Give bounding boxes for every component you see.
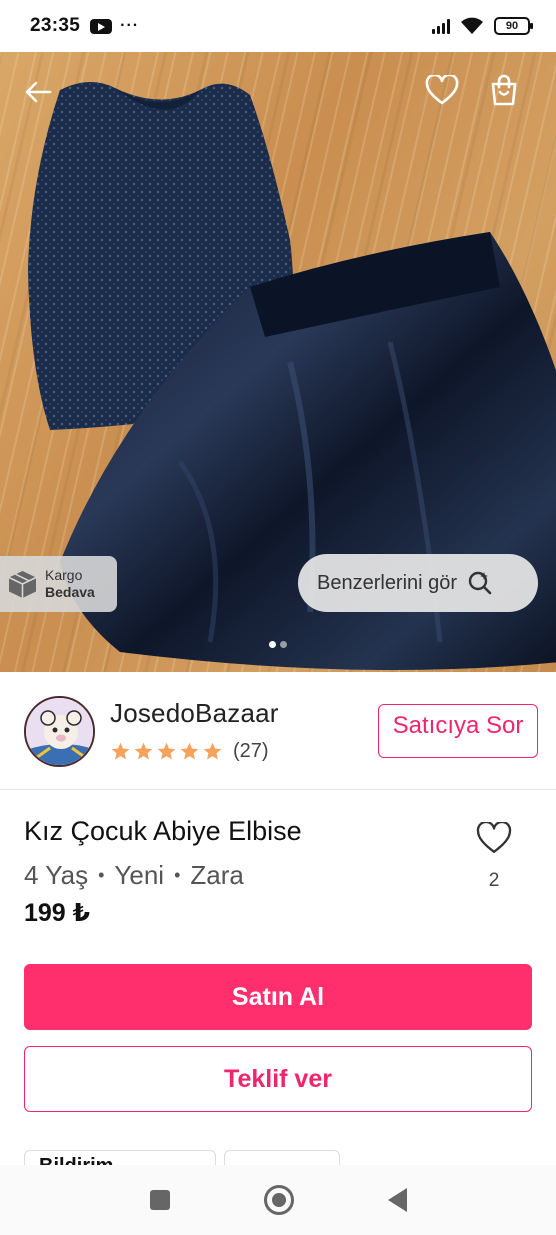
battery-icon: 90 bbox=[494, 17, 533, 35]
star-icon bbox=[203, 742, 222, 760]
chips-row: Bildirim bbox=[0, 1150, 556, 1165]
carousel-dot-active[interactable] bbox=[269, 641, 276, 648]
home-icon[interactable] bbox=[263, 1185, 294, 1215]
like-button[interactable] bbox=[472, 818, 516, 858]
free-shipping-badge: Kargo Bedava bbox=[0, 556, 117, 612]
like-count: 2 bbox=[488, 870, 500, 891]
chip-secondary[interactable] bbox=[224, 1150, 340, 1165]
product-size: 4 Yaş bbox=[24, 860, 89, 890]
signal-icon bbox=[432, 18, 450, 34]
free-label: Bedava bbox=[45, 584, 95, 600]
back-button[interactable] bbox=[18, 72, 58, 112]
meta-separator: • bbox=[98, 865, 105, 885]
product-price: 199 ₺ bbox=[24, 899, 91, 927]
system-navigation-bar bbox=[0, 1165, 556, 1235]
more-notifications-icon: ··· bbox=[120, 17, 140, 34]
shopping-bag-icon bbox=[491, 74, 517, 106]
recent-apps-icon[interactable] bbox=[149, 1190, 170, 1210]
carousel-pagination bbox=[0, 641, 556, 648]
meta-separator: • bbox=[174, 865, 181, 885]
product-condition: Yeni bbox=[114, 860, 165, 890]
rating-count: (27) bbox=[233, 740, 269, 762]
seller-rating: (27) bbox=[110, 740, 269, 763]
seller-section: JosedoBazaar (27) Satıcıya Sor bbox=[0, 672, 556, 790]
product-brand[interactable]: Zara bbox=[190, 860, 243, 891]
seller-avatar-image bbox=[26, 698, 93, 765]
star-icon bbox=[111, 742, 130, 760]
youtube-icon bbox=[90, 18, 113, 34]
favorite-button[interactable] bbox=[420, 68, 464, 112]
heart-outline-icon bbox=[476, 822, 512, 853]
star-icon bbox=[180, 742, 199, 760]
visual-search-icon bbox=[468, 571, 492, 595]
status-bar: 23:35 ··· 90 bbox=[0, 0, 556, 52]
chip-notification[interactable]: Bildirim bbox=[24, 1150, 216, 1165]
make-offer-button[interactable]: Teklif ver bbox=[24, 1046, 532, 1112]
heart-outline-icon bbox=[425, 75, 459, 105]
package-box-icon bbox=[8, 570, 37, 598]
wifi-icon bbox=[461, 17, 483, 34]
back-triangle-icon[interactable] bbox=[387, 1188, 407, 1212]
star-icon bbox=[134, 742, 153, 760]
status-time: 23:35 bbox=[30, 15, 81, 36]
star-icon bbox=[157, 742, 176, 760]
product-meta: 4 Yaş • Yeni • Zara bbox=[24, 860, 244, 891]
product-title: Kız Çocuk Abiye Elbise bbox=[24, 816, 302, 846]
buy-now-button[interactable]: Satın Al bbox=[24, 964, 532, 1030]
see-similar-button[interactable]: Benzerlerini gör bbox=[298, 554, 538, 612]
cargo-label: Kargo bbox=[45, 567, 83, 583]
seller-avatar[interactable] bbox=[24, 696, 95, 767]
carousel-dot[interactable] bbox=[280, 641, 287, 648]
battery-level: 90 bbox=[505, 20, 519, 32]
product-photo-carousel[interactable]: Kargo Bedava Benzerlerini gör bbox=[0, 52, 556, 672]
seller-name[interactable]: JosedoBazaar bbox=[110, 698, 279, 729]
ask-seller-button[interactable]: Satıcıya Sor bbox=[378, 704, 538, 758]
status-indicators: 90 bbox=[432, 17, 533, 35]
shopping-bag-button[interactable] bbox=[482, 68, 526, 112]
see-similar-label: Benzerlerini gör bbox=[317, 571, 458, 594]
arrow-left-icon bbox=[25, 81, 52, 103]
